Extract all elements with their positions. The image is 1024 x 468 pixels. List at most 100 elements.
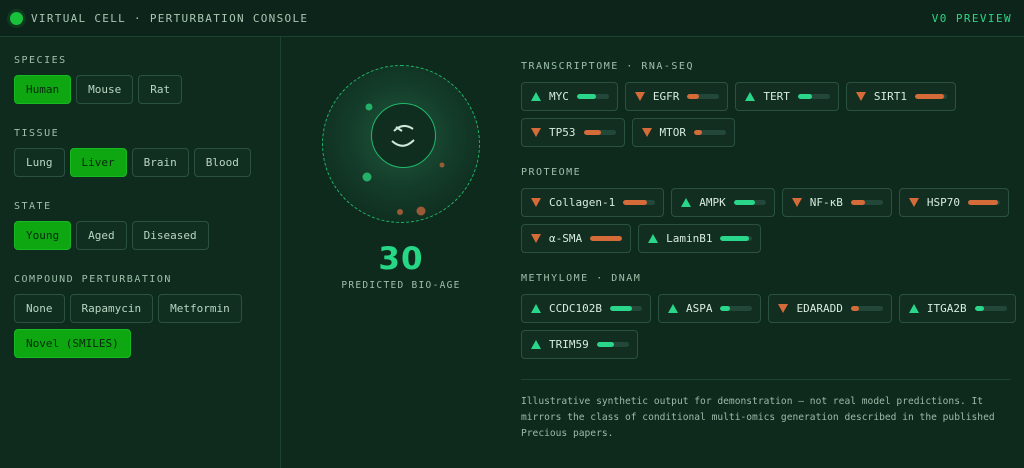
- proteome-genes: Collagen-1 AMPK NF-κB HSP70 α-SMA LaminB1: [521, 188, 1021, 253]
- species-options: Human Mouse Rat: [14, 75, 266, 104]
- compound-option-none[interactable]: None: [14, 294, 65, 323]
- disclaimer-note: Illustrative synthetic output for demons…: [521, 396, 995, 439]
- gene-name: TRIM59: [549, 338, 589, 351]
- compound-option-novel-smiles[interactable]: Novel (SMILES): [14, 329, 131, 358]
- arrow-down-icon: [778, 304, 789, 313]
- cell-illustration: [322, 65, 480, 223]
- expression-bar: [576, 94, 609, 99]
- gene-name: ITGA2B: [926, 302, 967, 315]
- state-option-aged[interactable]: Aged: [76, 221, 127, 250]
- gene-name: HSP70: [926, 196, 960, 209]
- compound-options: None Rapamycin Metformin Novel (SMILES): [14, 294, 266, 358]
- arrow-down-icon: [531, 128, 541, 137]
- gene-chip[interactable]: EGFR: [624, 82, 729, 111]
- arrow-down-icon: [908, 198, 919, 207]
- arrow-up-icon: [531, 92, 541, 101]
- expression-bar-fill: [687, 94, 699, 99]
- gene-chip[interactable]: SIRT1: [845, 82, 956, 111]
- expression-bar: [583, 130, 616, 135]
- state-options: Young Aged Diseased: [14, 221, 266, 250]
- compound-option-rapamycin[interactable]: Rapamycin: [69, 294, 154, 323]
- gene-chip[interactable]: TRIM59: [521, 330, 638, 359]
- arrow-up-icon: [531, 340, 541, 349]
- gene-chip[interactable]: EDARADD: [768, 294, 892, 323]
- expression-bar-fill: [590, 236, 623, 241]
- tissue-option-lung[interactable]: Lung: [14, 148, 65, 177]
- arrow-up-icon: [908, 304, 919, 313]
- species-option-rat[interactable]: Rat: [138, 75, 183, 104]
- arrow-down-icon: [641, 128, 652, 137]
- bioage-value: 30: [378, 241, 424, 277]
- gene-chip[interactable]: TP53: [521, 118, 625, 147]
- tissue-title: TISSUE: [14, 128, 60, 139]
- arrow-down-icon: [531, 198, 541, 207]
- expression-bar: [850, 200, 883, 205]
- expression-bar: [733, 200, 766, 205]
- arrow-up-icon: [648, 234, 659, 243]
- gene-name: TERT: [763, 90, 790, 103]
- tissue-option-blood[interactable]: Blood: [193, 148, 251, 177]
- compound-option-metformin[interactable]: Metformin: [158, 294, 242, 323]
- tissue-options: Lung Liver Brain Blood: [14, 148, 266, 177]
- gene-chip[interactable]: Collagen-1: [521, 188, 665, 217]
- gene-name: α-SMA: [549, 232, 583, 245]
- gene-name: TP53: [549, 126, 576, 139]
- gene-name: MTOR: [659, 126, 687, 139]
- expression-bar: [596, 342, 629, 347]
- expression-bar-fill: [576, 94, 597, 99]
- state-option-young[interactable]: Young: [14, 221, 72, 250]
- state-title: STATE: [14, 201, 52, 212]
- bioage-label: PREDICTED BIO-AGE: [341, 280, 461, 291]
- cell-visual-panel: 30 PREDICTED BIO-AGE: [281, 37, 521, 468]
- expression-bar: [720, 236, 753, 241]
- gene-chip[interactable]: ASPA: [657, 294, 762, 323]
- control-panel: SPECIES Human Mouse Rat TISSUE Lung Liver Br…: [0, 37, 281, 468]
- top-bar: VIRTUAL CELL · PERTURBATION CONSOLE V0 P…: [0, 0, 1024, 37]
- expression-bar: [850, 306, 883, 311]
- expression-bar: [720, 306, 753, 311]
- state-option-diseased[interactable]: Diseased: [131, 221, 209, 250]
- gene-chip[interactable]: MTOR: [631, 118, 735, 147]
- gene-chip[interactable]: LaminB1: [638, 224, 762, 253]
- species-title: SPECIES: [14, 55, 67, 66]
- expression-bar: [590, 236, 623, 241]
- gene-name: ASPA: [685, 302, 713, 315]
- expression-bar-fill: [623, 200, 648, 205]
- gene-name: LaminB1: [666, 232, 713, 245]
- tissue-option-brain[interactable]: Brain: [131, 148, 189, 177]
- gene-chip[interactable]: TERT: [735, 82, 839, 111]
- expression-bar: [797, 94, 830, 99]
- app-title: VIRTUAL CELL · PERTURBATION CONSOLE: [31, 11, 309, 25]
- expression-bar-fill: [797, 94, 813, 99]
- gene-name: AMPK: [699, 196, 726, 209]
- gene-chip[interactable]: CCDC102B: [521, 294, 651, 323]
- gene-chip[interactable]: ITGA2B: [898, 294, 1016, 323]
- gene-name: CCDC102B: [549, 302, 602, 315]
- arrow-up-icon: [667, 304, 678, 313]
- expression-bar-fill: [850, 306, 859, 311]
- gene-chip[interactable]: MYC: [521, 82, 618, 111]
- gene-name: EDARADD: [796, 302, 843, 315]
- expression-bar-fill: [609, 306, 633, 311]
- arrow-up-icon: [681, 198, 692, 207]
- expression-bar-fill: [720, 306, 731, 311]
- expression-bar: [609, 306, 642, 311]
- expression-bar: [623, 200, 656, 205]
- gene-name: EGFR: [652, 90, 680, 103]
- transcriptome-title: TRANSCRIPTOME · RNA-SEQ: [521, 61, 694, 72]
- proteome-title: PROTEOME: [521, 167, 582, 178]
- gene-chip[interactable]: HSP70: [898, 188, 1009, 217]
- gene-chip[interactable]: α-SMA: [521, 224, 632, 253]
- gene-chip[interactable]: AMPK: [671, 188, 775, 217]
- species-option-mouse[interactable]: Mouse: [76, 75, 134, 104]
- expression-bar-fill: [720, 236, 750, 241]
- gene-name: Collagen-1: [549, 196, 616, 209]
- expression-bar: [687, 94, 720, 99]
- expression-bar-fill: [583, 130, 602, 135]
- expression-bar: [915, 94, 947, 99]
- arrow-up-icon: [531, 304, 541, 313]
- gene-chip[interactable]: NF-κB: [781, 188, 892, 217]
- tissue-option-liver[interactable]: Liver: [69, 148, 127, 177]
- species-option-human[interactable]: Human: [14, 75, 72, 104]
- preview-badge: V0 PREVIEW: [931, 11, 1012, 25]
